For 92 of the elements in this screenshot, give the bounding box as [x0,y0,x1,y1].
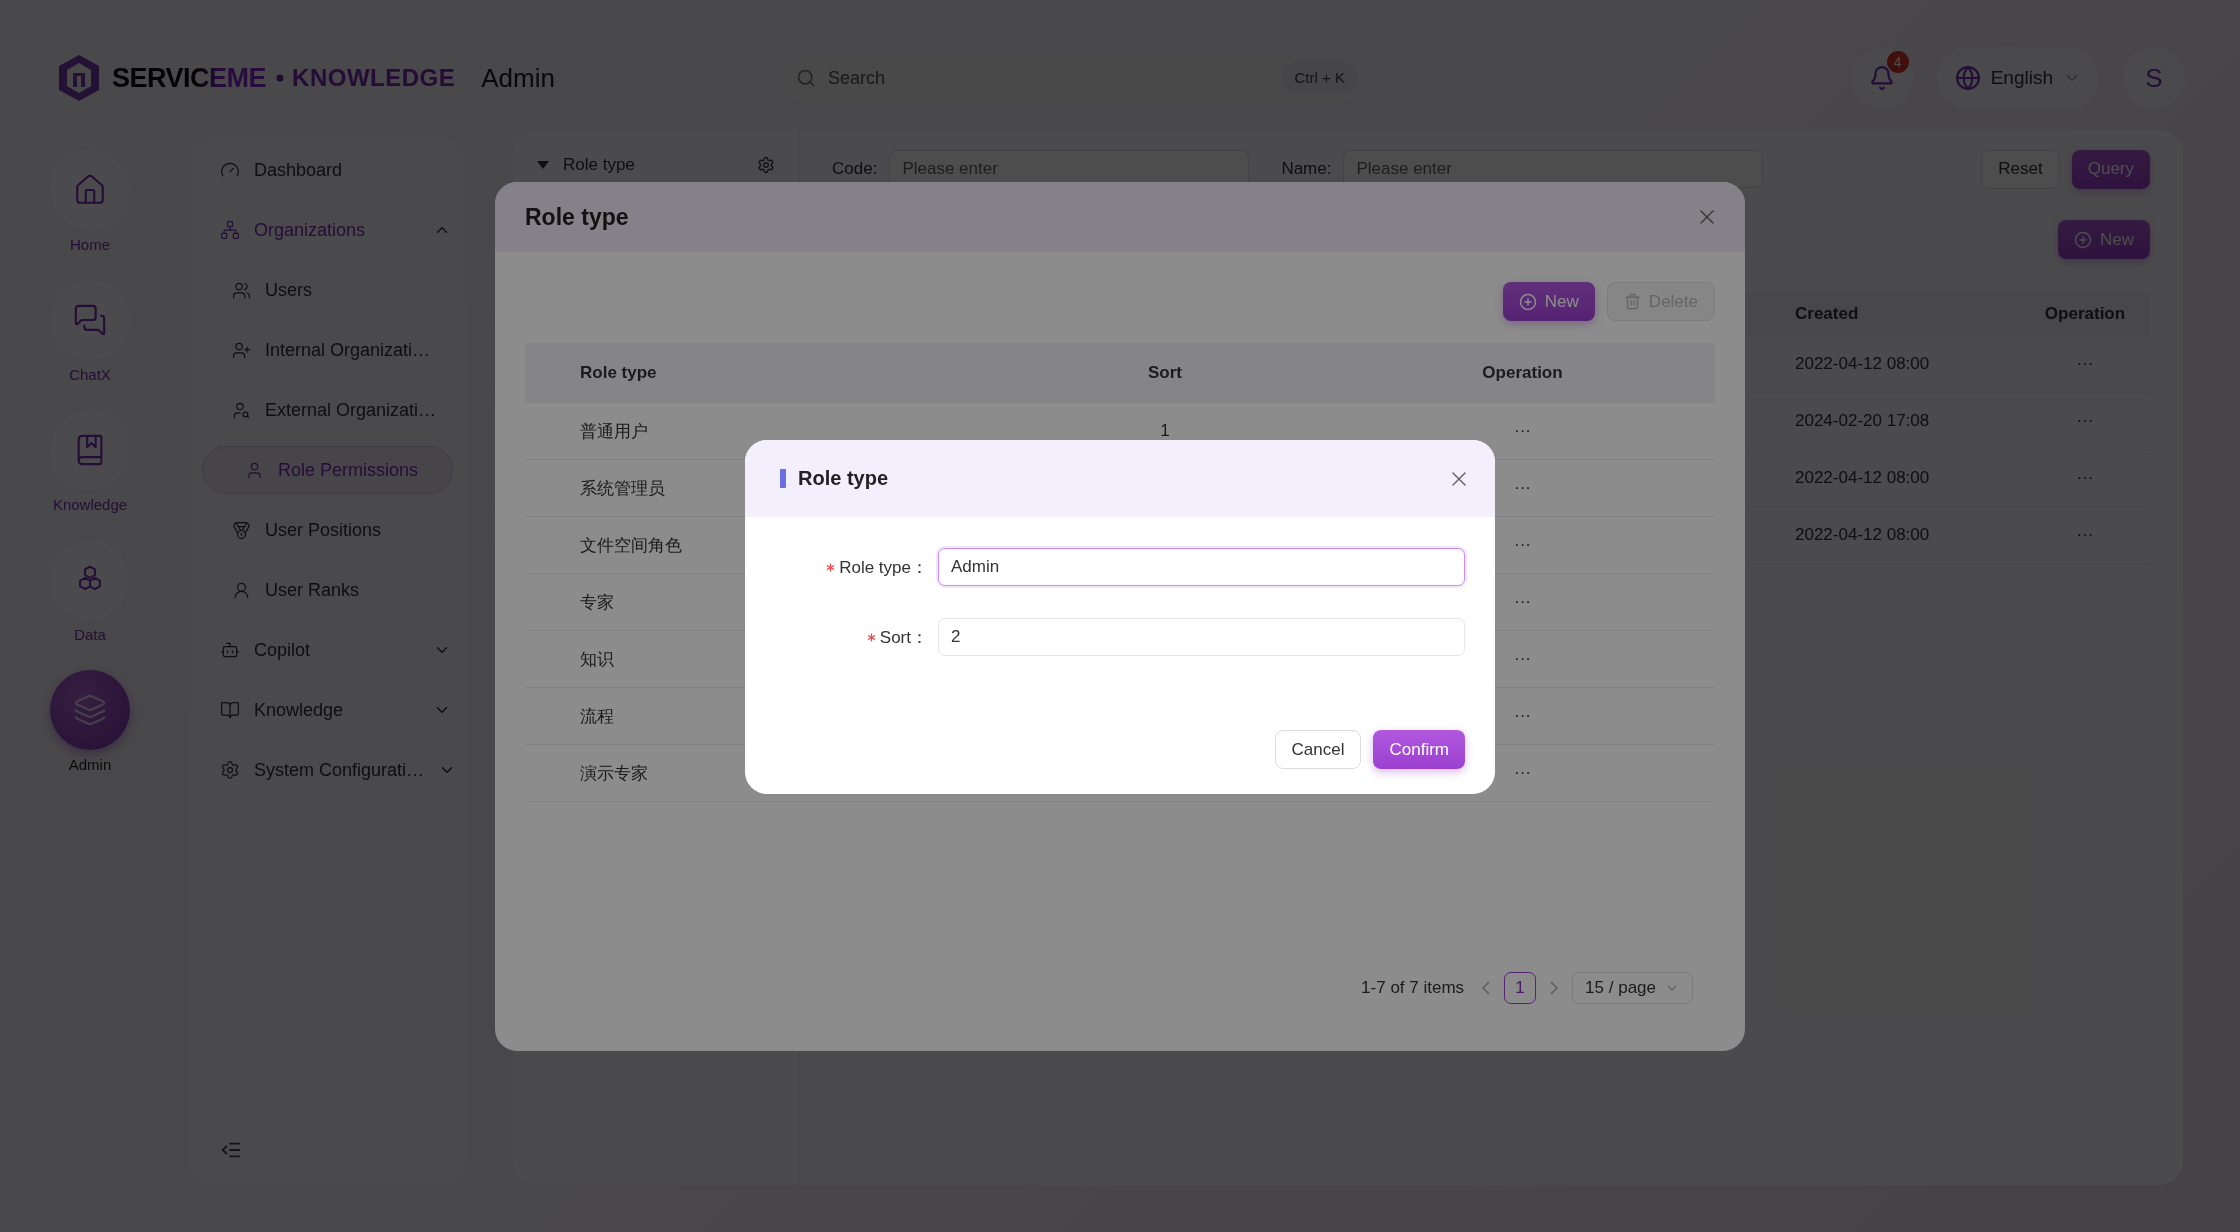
search-icon [795,68,816,88]
plus-icon [2074,230,2092,249]
sidebar-item[interactable]: User Ranks [190,560,465,620]
column-header: Sort [1148,363,1182,383]
sidebar-item[interactable]: Role Permissions [202,446,453,494]
layers-icon [73,693,107,727]
modal-title: Role type [525,203,629,231]
sidebar-item[interactable]: Copilot [190,620,465,680]
settings-icon [220,760,240,780]
table-cell-text: 文件空间角色 [580,534,682,557]
more-actions[interactable]: ··· [2076,411,2094,431]
nav-rail-label: Admin [68,756,112,773]
product-name: KNOWLEDGE [292,64,456,92]
more-actions[interactable]: ··· [2076,354,2094,374]
table-cell-text: 知识 [580,648,614,671]
confirm-button[interactable]: Confirm [1373,730,1465,769]
users-icon [232,280,251,300]
table-cell: 2022-04-12 08:00 [1795,468,1930,488]
filter-label: Code: [832,159,878,179]
column-header: Operation [2044,303,2126,324]
tree-title: Role type [563,155,636,175]
robot-icon [220,640,240,660]
trash-icon [1623,293,1641,310]
new-button[interactable]: New [1502,282,1595,321]
table-cell-text: 系统管理员 [580,477,665,500]
page-title: Admin [481,62,555,94]
column-header: Created [1795,303,1859,324]
more-actions[interactable]: ··· [1514,478,1531,498]
globe-icon [1954,65,1981,91]
pagination-summary: 1-7 of 7 items [1361,978,1465,998]
sidebar-item[interactable]: Knowledge [190,680,465,740]
reset-button[interactable]: Reset [1981,149,2060,189]
sidebar-item[interactable]: System Configurati… [190,740,465,800]
more-actions[interactable]: ··· [2076,468,2094,488]
home-icon [73,173,107,207]
more-actions[interactable]: ··· [2076,525,2094,545]
input-field[interactable]: 2 [938,618,1465,656]
table-cell-text: 流程 [580,705,614,728]
dot-icon [276,74,285,82]
cancel-button[interactable]: Cancel [1274,730,1362,769]
column-header: Role type [580,363,657,383]
sidebar-item[interactable]: Dashboard [190,140,465,200]
user-icon [232,580,251,600]
logo-icon [56,53,102,103]
table-cell: 2024-02-20 17:08 [1795,411,1930,431]
nav-rail-label: ChatX [69,366,111,383]
caret-down-icon[interactable] [537,161,549,169]
user-search-icon [232,400,251,420]
previous-page-button[interactable] [1482,981,1491,995]
user-plus-icon [232,340,251,360]
next-page-button[interactable] [1550,981,1559,995]
nav-rail-label: Knowledge [52,496,128,513]
page-button[interactable]: 1 [1504,972,1537,1004]
nav-rail-label: Data [74,626,106,643]
table-cell: 2022-04-12 08:00 [1795,354,1930,374]
nav-rail-label: Home [70,236,110,253]
more-actions[interactable]: ··· [1514,706,1531,726]
more-actions[interactable]: ··· [1514,649,1531,669]
chevron-left-icon [1482,981,1491,995]
more-actions[interactable]: ··· [1514,592,1531,612]
page-size-select[interactable]: 15 / page [1572,972,1693,1004]
more-actions[interactable]: ··· [1514,763,1531,783]
hierarchy-icon [220,220,240,240]
table-cell-text: 普通用户 [580,420,648,443]
input-field[interactable]: Admin [938,548,1465,586]
table-cell-text: 专家 [580,591,614,614]
title-accent-bar [780,469,786,488]
table-cell: 1 [1160,421,1170,441]
filter-label: Name: [1281,159,1332,179]
sidebar-item[interactable]: Users [190,260,465,320]
sidebar-item[interactable]: Organizations [190,200,465,260]
more-actions[interactable]: ··· [1514,421,1531,441]
field-label: Role type： [839,556,928,579]
dialog-title: Role type [798,467,890,490]
table-cell-text: 演示专家 [580,762,648,785]
field-label: Sort： [879,626,928,649]
sidebar-item[interactable]: User Positions [190,500,465,560]
more-actions[interactable]: ··· [1514,535,1531,555]
settings-icon[interactable] [757,156,775,174]
user-icon [245,460,264,480]
plus-icon [1518,292,1537,311]
sidebar-item[interactable]: Internal Organizati… [190,320,465,380]
open-book-icon [220,700,240,720]
chat-icon [73,303,107,337]
table-cell: 2022-04-12 08:00 [1795,525,1930,545]
chevron-right-icon [1550,981,1559,995]
medal-icon [232,520,251,540]
column-header: Operation [1482,363,1563,383]
sidebar-item[interactable]: External Organizati… [190,380,465,440]
notification-count: 4 [1886,51,1909,73]
user-avatar[interactable]: S [2123,47,2185,109]
bell-icon [1868,65,1895,91]
